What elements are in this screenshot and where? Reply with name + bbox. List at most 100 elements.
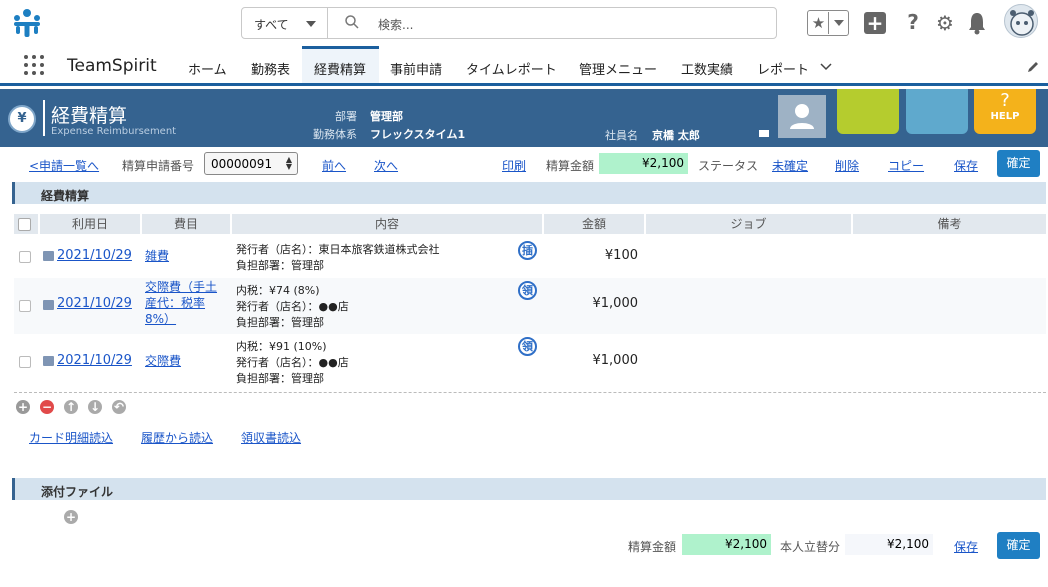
row-item-link[interactable]: 雑費 xyxy=(145,248,225,264)
dept-label: 部署 xyxy=(335,110,357,123)
calendar-icon[interactable] xyxy=(43,300,54,310)
search-input[interactable]: 検索... xyxy=(378,16,413,33)
history-import-link[interactable]: 履歴から読込 xyxy=(141,429,213,446)
self-paid-value: ¥2,100 xyxy=(845,534,933,555)
receipt-import-link[interactable]: 領収書読込 xyxy=(241,429,301,446)
column-header-note: 備考 xyxy=(853,214,1046,234)
status-label: ステータス xyxy=(698,159,759,173)
column-header-amount: 金額 xyxy=(544,214,644,234)
bell-icon[interactable] xyxy=(966,10,988,36)
row-date-link[interactable]: 2021/10/29 xyxy=(57,248,132,263)
confirm-button[interactable]: 確定 xyxy=(997,150,1040,177)
move-down-icon[interactable]: ↓ xyxy=(88,400,102,414)
spinner-icon: ▲ ▼ xyxy=(285,155,292,171)
undo-icon[interactable]: ↶ xyxy=(112,400,126,414)
favorites-button[interactable]: ★ xyxy=(807,10,849,36)
nav-item-time-report[interactable]: タイムレポート xyxy=(466,59,557,78)
copy-link[interactable]: コピー xyxy=(888,157,924,174)
row-checkbox[interactable] xyxy=(19,300,31,312)
row-content-line: 発行者（店名）：●●店 xyxy=(236,300,349,313)
prev-link[interactable]: 前へ xyxy=(322,157,346,174)
calendar-icon[interactable] xyxy=(43,251,54,261)
setup-button[interactable]: ⚙ xyxy=(934,10,956,36)
save-link[interactable]: 保存 xyxy=(954,157,978,174)
row-content-line: 負担部署：管理部 xyxy=(236,316,324,329)
row-content-line: 発行者（店名）：東日本旅客鉄道株式会社 xyxy=(236,243,440,256)
dept-value: 管理部 xyxy=(370,110,403,123)
request-no-label: 精算申請番号 xyxy=(122,159,195,173)
row-amount: ¥1,000 xyxy=(592,353,639,368)
yen-icon: ¥ xyxy=(8,105,36,133)
add-attachment-icon[interactable]: + xyxy=(64,510,78,524)
search-icon xyxy=(345,15,359,29)
row-checkbox[interactable] xyxy=(19,251,31,263)
nav-item-work-results[interactable]: 工数実績 xyxy=(681,59,733,78)
search-scope-label: すべて xyxy=(254,18,289,32)
work-system-value: フレックスタイム1 xyxy=(370,128,466,141)
self-paid-label: 本人立替分 xyxy=(780,540,841,554)
request-no-select[interactable]: 00000091 ▲ ▼ xyxy=(204,152,298,175)
footer-confirm-button[interactable]: 確定 xyxy=(997,532,1040,559)
move-up-icon[interactable]: ↑ xyxy=(64,400,78,414)
table-header: 利用日 費目 内容 金額 ジョブ 備考 xyxy=(14,214,1046,234)
header-divider xyxy=(43,100,45,136)
shortcut-tile-green[interactable] xyxy=(837,89,899,134)
row-date-link[interactable]: 2021/10/29 xyxy=(57,296,132,311)
column-header-item: 費目 xyxy=(142,214,230,234)
footer-amount-label: 精算金額 xyxy=(628,540,677,554)
next-link[interactable]: 次へ xyxy=(374,157,398,174)
amount-value: ¥2,100 xyxy=(599,153,688,174)
print-link[interactable]: 印刷 xyxy=(502,157,526,174)
column-header-content: 内容 xyxy=(232,214,542,234)
receipt-badge-icon[interactable]: 插 xyxy=(518,241,537,260)
mail-icon[interactable] xyxy=(759,130,769,137)
section-title: 添付ファイル xyxy=(41,485,114,499)
app-launcher-icon[interactable] xyxy=(24,55,44,75)
edit-pencil-icon[interactable] xyxy=(1026,60,1040,74)
amount-label: 精算金額 xyxy=(546,159,595,173)
search-scope-select[interactable]: すべて xyxy=(242,8,328,38)
global-actions-button[interactable]: + xyxy=(864,12,886,34)
table-row: 2021/10/29 交際費 内税：¥91 (10%) 発行者（店名）：●●店 … xyxy=(14,336,1046,388)
table-divider xyxy=(14,392,1046,393)
footer-amount-value: ¥2,100 xyxy=(682,534,771,555)
delete-link[interactable]: 削除 xyxy=(835,157,859,174)
add-row-icon[interactable]: + xyxy=(16,400,30,414)
nav-item-timesheet[interactable]: 勤務表 xyxy=(251,59,290,78)
help-tile[interactable]: ? HELP xyxy=(974,89,1036,134)
chevron-down-icon[interactable] xyxy=(820,63,832,71)
user-avatar[interactable] xyxy=(1004,4,1038,38)
select-all-checkbox[interactable] xyxy=(18,218,31,231)
footer-save-link[interactable]: 保存 xyxy=(954,538,978,555)
nav-item-preapproval[interactable]: 事前申請 xyxy=(390,59,442,78)
row-date-link[interactable]: 2021/10/29 xyxy=(57,353,132,368)
nav-item-home[interactable]: ホーム xyxy=(188,59,227,78)
employee-value: 京橋 太郎 xyxy=(652,129,700,142)
nav-item-reports[interactable]: レポート xyxy=(757,59,809,78)
gear-icon: ⚙ xyxy=(936,11,954,35)
back-to-list-link[interactable]: <申請一覧へ xyxy=(29,157,99,174)
teamspirit-logo-icon[interactable] xyxy=(12,8,42,38)
calendar-icon[interactable] xyxy=(43,356,54,366)
person-icon xyxy=(790,104,814,129)
shortcut-tile-blue[interactable] xyxy=(906,89,968,134)
help-tile-label: HELP xyxy=(990,111,1020,122)
table-row: 2021/10/29 交際費（手土産代：税率8%） 内税：¥74 (8%) 発行… xyxy=(14,278,1046,334)
app-name: TeamSpirit xyxy=(67,56,157,76)
row-item-link[interactable]: 交際費（手土産代：税率8%） xyxy=(145,279,225,327)
section-header-attachments: 添付ファイル xyxy=(12,478,1046,500)
row-checkbox[interactable] xyxy=(19,356,31,368)
row-amount: ¥100 xyxy=(604,248,638,263)
page-header: ¥ 経費精算 Expense Reimbursement 部署 管理部 勤務体系… xyxy=(0,89,1048,147)
remove-row-icon[interactable]: − xyxy=(40,400,54,414)
help-button[interactable]: ? xyxy=(904,10,922,36)
nav-item-admin-menu[interactable]: 管理メニュー xyxy=(579,59,657,78)
receipt-badge-icon[interactable]: 領 xyxy=(518,281,537,300)
global-search[interactable]: すべて 検索... xyxy=(241,7,777,39)
status-link[interactable]: 未確定 xyxy=(772,157,808,174)
employee-photo xyxy=(778,95,826,138)
nav-item-expense[interactable]: 経費精算 xyxy=(314,59,366,78)
receipt-badge-icon[interactable]: 領 xyxy=(518,337,537,356)
card-import-link[interactable]: カード明細読込 xyxy=(29,429,113,446)
row-item-link[interactable]: 交際費 xyxy=(145,353,225,369)
